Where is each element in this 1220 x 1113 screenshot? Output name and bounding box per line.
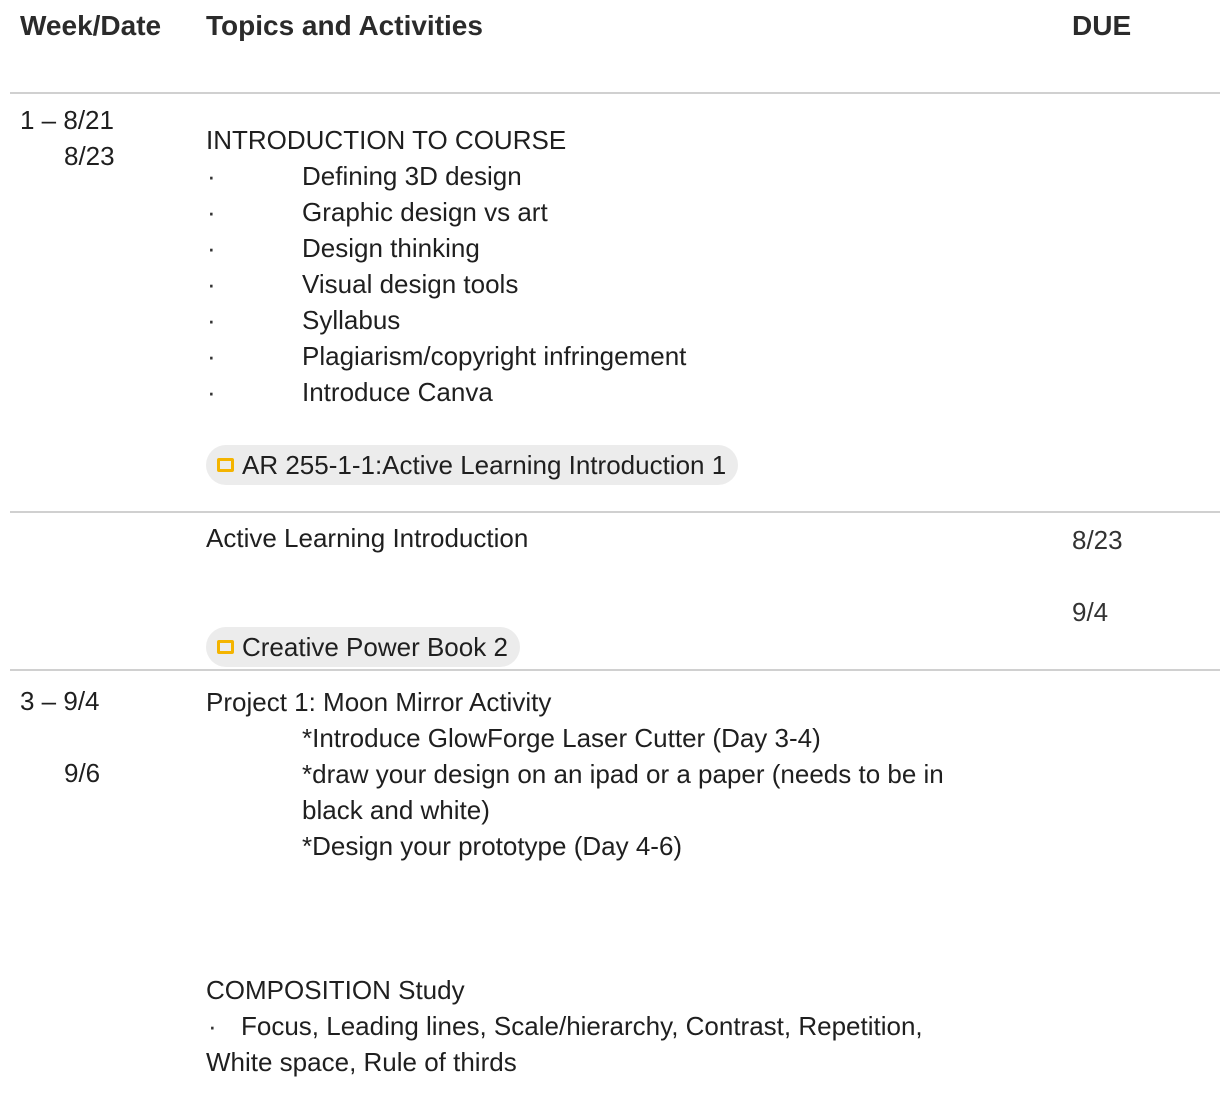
file-chip-label: Creative Power Book 2 bbox=[242, 631, 508, 662]
bullet: · bbox=[207, 197, 216, 227]
file-chip-label: AR 255-1-1:Active Learning Introduction … bbox=[242, 449, 727, 480]
row1-title: INTRODUCTION TO COURSE bbox=[206, 125, 567, 155]
bullet: · bbox=[207, 341, 216, 371]
list-item: Graphic design vs art bbox=[302, 197, 548, 227]
bullet: · bbox=[207, 269, 216, 299]
row-divider bbox=[10, 511, 1220, 513]
row-divider bbox=[10, 669, 1220, 671]
list-item: Design thinking bbox=[302, 233, 480, 263]
row3-line: *Introduce GlowForge Laser Cutter (Day 3… bbox=[302, 723, 821, 753]
row2-title: Active Learning Introduction bbox=[206, 523, 529, 553]
composition-title: COMPOSITION Study bbox=[206, 975, 465, 1005]
composition-line: White space, Rule of thirds bbox=[206, 1047, 517, 1077]
slides-icon bbox=[217, 640, 234, 654]
row1-week: 1 – 8/21 bbox=[20, 105, 114, 135]
bullet: · bbox=[208, 1011, 217, 1041]
bullet: · bbox=[207, 305, 216, 335]
list-item: Visual design tools bbox=[302, 269, 519, 299]
row-divider bbox=[10, 92, 1220, 94]
row3-week: 3 – 9/4 bbox=[20, 686, 100, 716]
composition-line: Focus, Leading lines, Scale/hierarchy, C… bbox=[241, 1011, 923, 1041]
header-week-date: Week/Date bbox=[20, 10, 162, 41]
row1-date2: 8/23 bbox=[64, 141, 115, 171]
bullet: · bbox=[207, 233, 216, 263]
header-topics: Topics and Activities bbox=[206, 10, 483, 41]
row3-line: black and white) bbox=[302, 795, 490, 825]
row3-line: *Design your prototype (Day 4-6) bbox=[302, 831, 683, 861]
row2-due-1: 8/23 bbox=[1072, 525, 1123, 555]
file-chip-active-learning[interactable]: AR 255-1-1:Active Learning Introduction … bbox=[206, 445, 739, 485]
row3-line: *draw your design on an ipad or a paper … bbox=[302, 759, 944, 789]
list-item: Plagiarism/copyright infringement bbox=[302, 341, 687, 371]
file-chip-creative-power-book[interactable]: Creative Power Book 2 bbox=[206, 627, 520, 667]
bullet: · bbox=[207, 161, 216, 191]
row2-due-2: 9/4 bbox=[1072, 597, 1109, 627]
header-due: DUE bbox=[1072, 10, 1132, 41]
slides-icon bbox=[217, 458, 234, 472]
list-item: Defining 3D design bbox=[302, 161, 522, 191]
list-item: Syllabus bbox=[302, 305, 401, 335]
row3-date2: 9/6 bbox=[64, 758, 101, 788]
list-item: Introduce Canva bbox=[302, 377, 493, 407]
row3-title: Project 1: Moon Mirror Activity bbox=[206, 687, 552, 717]
bullet: · bbox=[207, 377, 216, 407]
